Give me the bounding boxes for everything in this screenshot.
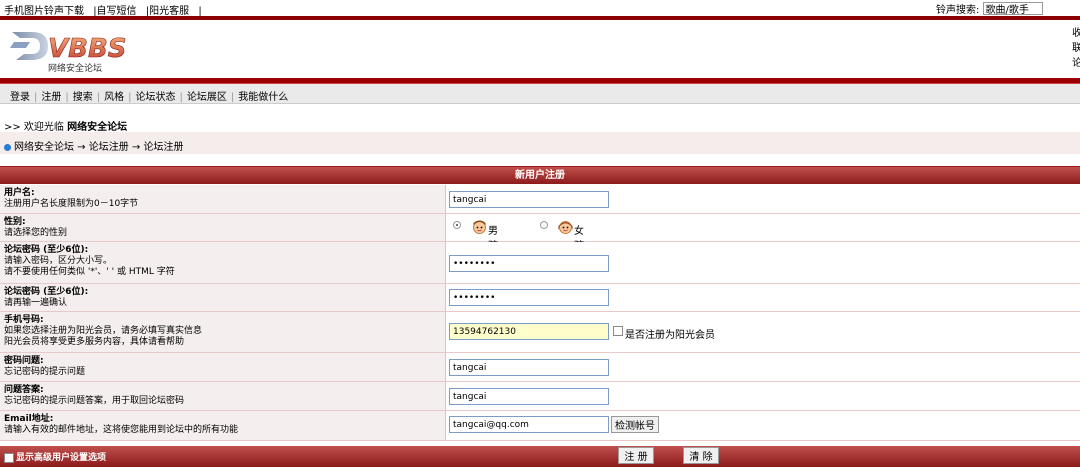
ringtone-search-label: 铃声搜索: xyxy=(936,5,980,16)
email-row: Email地址: 请输入有效的邮件地址，这将使您能用到论坛中的所有功能 检测帐号 xyxy=(0,411,1080,441)
password-confirm-row: 论坛密码 (至少6位): 请再输一遍确认 xyxy=(0,284,1080,312)
password-confirm-desc: 请再输一遍确认 xyxy=(4,298,68,308)
security-question-input[interactable] xyxy=(449,359,609,376)
advanced-options-toggle[interactable]: 显示高级用户设置选项 xyxy=(4,450,106,463)
top-links-bar: 手机图片铃声下载 |自写短信 |阳光客服 | 铃声搜索: xyxy=(0,0,1080,17)
security-answer-label-cell: 问题答案: 忘记密码的提示问题答案，用于取回论坛密码 xyxy=(0,382,446,410)
phone-label: 手机号码: xyxy=(4,315,44,325)
header-right-link-2[interactable]: 联 xyxy=(1072,41,1080,56)
phone-desc-1: 如果您选择注册为阳光会员，请务必填写真实信息 xyxy=(4,326,203,336)
menu-help[interactable]: 我能做什么 xyxy=(238,92,288,103)
gender-row: 性别: 请选择您的性别 男孩 女孩 xyxy=(0,214,1080,252)
bullet-icon xyxy=(4,143,11,151)
dvbbs-logo-graphic: VBBS xyxy=(10,32,127,64)
email-label-cell: Email地址: 请输入有效的邮件地址，这将使您能用到论坛中的所有功能 xyxy=(0,411,446,440)
username-label: 用户名: xyxy=(4,188,35,198)
phone-desc-2: 阳光会员将享受更多服务内容，具体请看帮助 xyxy=(4,337,185,347)
ringtone-search-input[interactable] xyxy=(982,2,1043,15)
security-question-label: 密码问题: xyxy=(4,356,44,366)
username-input[interactable] xyxy=(449,191,609,208)
logo-wordmark: VBBS xyxy=(48,34,126,64)
security-question-desc: 忘记密码的提示问题 xyxy=(4,367,86,377)
gender-label: 性别: xyxy=(4,217,26,227)
girl-face-icon xyxy=(558,221,573,234)
site-logo[interactable]: VBBS 网络安全论坛 xyxy=(10,26,140,74)
phone-label-cell: 手机号码: 如果您选择注册为阳光会员，请务必填写真实信息 阳光会员将享受更多服务… xyxy=(0,312,446,352)
sunshine-member-checkbox[interactable] xyxy=(613,326,623,336)
gender-desc: 请选择您的性别 xyxy=(4,228,68,238)
form-title: 新用户注册 xyxy=(0,167,1080,185)
registration-form: 新用户注册 用户名: 注册用户名长度限制为0－10字节 性别: 请选择您的性别 … xyxy=(0,166,1080,441)
main-menu: 登录 | 注册 | 搜索 | 风格 | 论坛状态 | 论坛展区 | 我能做什么 xyxy=(10,88,288,103)
password-confirm-label: 论坛密码 (至少6位): xyxy=(4,287,89,297)
header-right-link-1[interactable]: 收 xyxy=(1072,26,1080,41)
breadcrumb: 网络安全论坛 → 论坛注册 → 论坛注册 xyxy=(4,138,183,153)
advanced-options-checkbox[interactable] xyxy=(4,452,14,463)
password-row: 论坛密码 (至少6位): 请输入密码，区分大小写。 请不要使用任何类似 '*'、… xyxy=(0,242,1080,284)
menu-login[interactable]: 登录 xyxy=(10,92,30,103)
header-right-link-3[interactable]: 论 xyxy=(1072,56,1080,71)
menu-separator: | xyxy=(65,92,69,103)
phone-input[interactable] xyxy=(449,323,609,340)
reset-button[interactable]: 清 除 xyxy=(683,447,719,464)
security-question-label-cell: 密码问题: 忘记密码的提示问题 xyxy=(0,353,446,381)
menu-forum-status[interactable]: 论坛状态 xyxy=(136,92,176,103)
ringtone-search: 铃声搜索: xyxy=(936,1,1043,16)
menu-search[interactable]: 搜索 xyxy=(73,92,93,103)
phone-row: 手机号码: 如果您选择注册为阳光会员，请务必填写真实信息 阳光会员将享受更多服务… xyxy=(0,312,1080,353)
breadcrumb-text[interactable]: 网络安全论坛 → 论坛注册 → 论坛注册 xyxy=(14,142,183,153)
welcome-line: >> 欢迎光临 网络安全论坛 xyxy=(4,118,127,133)
menu-separator: | xyxy=(230,92,235,103)
header-right-links: 收 联 论 xyxy=(1072,26,1080,71)
username-desc: 注册用户名长度限制为0－10字节 xyxy=(4,199,139,209)
main-menu-bar: 登录 | 注册 | 搜索 | 风格 | 论坛状态 | 论坛展区 | 我能做什么 xyxy=(0,84,1080,104)
gender-female-radio[interactable] xyxy=(540,221,548,229)
gender-male-radio[interactable] xyxy=(453,221,461,229)
email-input[interactable] xyxy=(449,416,609,433)
password-confirm-label-cell: 论坛密码 (至少6位): 请再输一遍确认 xyxy=(0,284,446,311)
security-answer-desc: 忘记密码的提示问题答案，用于取回论坛密码 xyxy=(4,396,185,406)
security-answer-input[interactable] xyxy=(449,388,609,405)
menu-register[interactable]: 注册 xyxy=(41,92,61,103)
logo-subtitle: 网络安全论坛 xyxy=(48,64,103,74)
password-label-cell: 论坛密码 (至少6位): 请输入密码，区分大小写。 请不要使用任何类似 '*'、… xyxy=(0,242,446,283)
password-label: 论坛密码 (至少6位): xyxy=(4,245,89,255)
breadcrumb-bar: 网络安全论坛 → 论坛注册 → 论坛注册 xyxy=(0,132,1080,154)
menu-separator: | xyxy=(179,92,183,103)
menu-separator: | xyxy=(96,92,101,103)
check-account-button[interactable]: 检测帐号 xyxy=(611,416,659,433)
menu-separator: | xyxy=(34,92,38,103)
email-label: Email地址: xyxy=(4,414,54,424)
advanced-options-label[interactable]: 显示高级用户设置选项 xyxy=(16,453,106,463)
username-row: 用户名: 注册用户名长度限制为0－10字节 xyxy=(0,185,1080,214)
site-header: VBBS 网络安全论坛 收 联 论 xyxy=(0,20,1080,78)
menu-forum-showcase[interactable]: 论坛展区 xyxy=(187,92,227,103)
security-answer-label: 问题答案: xyxy=(4,385,44,395)
password-desc-1: 请输入密码，区分大小写。 xyxy=(4,256,113,266)
password-confirm-input[interactable] xyxy=(449,289,609,306)
boy-face-icon xyxy=(473,220,486,234)
password-input[interactable] xyxy=(449,255,609,272)
top-links: 手机图片铃声下载 |自写短信 |阳光客服 | xyxy=(4,2,208,17)
username-label-cell: 用户名: 注册用户名长度限制为0－10字节 xyxy=(0,185,446,213)
sunshine-member-label[interactable]: 是否注册为阳光会员 xyxy=(625,326,715,341)
security-answer-row: 问题答案: 忘记密码的提示问题答案，用于取回论坛密码 xyxy=(0,382,1080,411)
menu-separator: | xyxy=(128,92,132,103)
security-question-row: 密码问题: 忘记密码的提示问题 xyxy=(0,353,1080,382)
form-footer-bar: 显示高级用户设置选项 注 册 清 除 xyxy=(0,446,1080,467)
password-desc-2: 请不要使用任何类似 '*'、' ' 或 HTML 字符 xyxy=(4,267,175,277)
gender-label-cell: 性别: 请选择您的性别 xyxy=(0,214,446,241)
menu-style[interactable]: 风格 xyxy=(104,92,124,103)
register-submit-button[interactable]: 注 册 xyxy=(618,447,654,464)
email-desc: 请输入有效的邮件地址，这将使您能用到论坛中的所有功能 xyxy=(4,425,239,435)
